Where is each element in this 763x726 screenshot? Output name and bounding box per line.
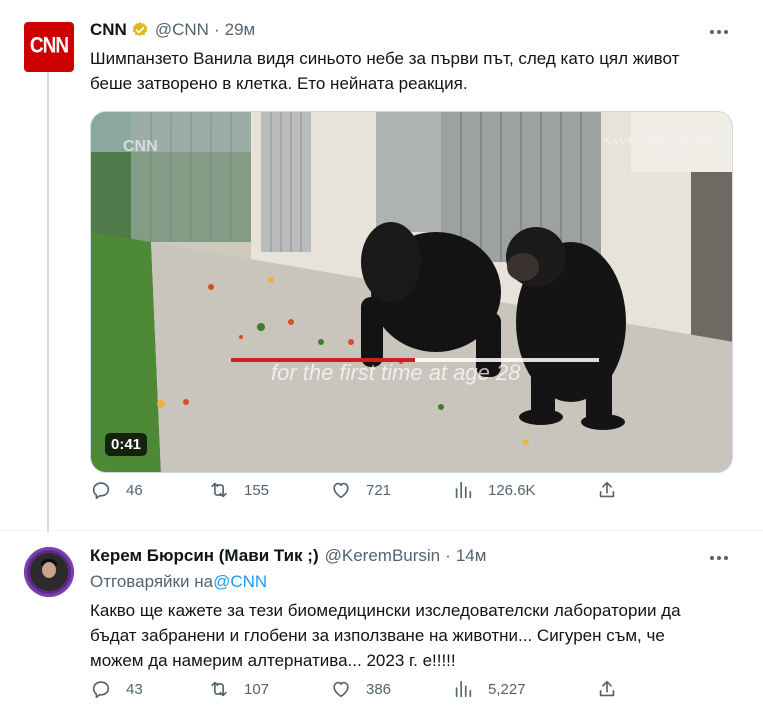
tweet-header: CNN @CNN · 29м bbox=[90, 20, 255, 40]
reply-tweet-text: Какво ще кажете за тези биомедицински из… bbox=[90, 598, 740, 673]
tweet-text-line: бъдат забранени и глобени за използване … bbox=[90, 626, 665, 645]
author-name[interactable]: CNN bbox=[90, 20, 127, 40]
replying-to-link[interactable]: @CNN bbox=[213, 572, 267, 591]
user-avatar[interactable] bbox=[24, 547, 74, 597]
save-the-chimps-watermark: SAVE THE CHIMPS bbox=[604, 136, 714, 148]
video-progress-fill bbox=[231, 358, 415, 362]
like-button[interactable]: 721 bbox=[330, 479, 391, 501]
share-button[interactable] bbox=[596, 479, 632, 501]
tweet-text-line: можем да намерим алтернатива... 2023 г. … bbox=[90, 651, 456, 670]
replying-to-label: Отговаряйки на bbox=[90, 572, 214, 591]
reply-button[interactable]: 46 bbox=[90, 479, 143, 501]
thread-line bbox=[47, 70, 49, 532]
video-progress-bar[interactable] bbox=[231, 358, 599, 362]
retweet-count: 107 bbox=[244, 680, 270, 698]
share-icon bbox=[599, 481, 615, 498]
tweet-text-line: Какво ще кажете за тези биомедицински из… bbox=[90, 601, 681, 620]
separator-dot: · bbox=[445, 546, 451, 565]
cnn-video-mark: CNN bbox=[123, 138, 158, 155]
retweet-button[interactable]: 155 bbox=[208, 479, 269, 501]
like-button[interactable]: 386 bbox=[330, 678, 391, 700]
analytics-icon bbox=[455, 680, 472, 698]
reply-count: 46 bbox=[126, 481, 143, 499]
heart-icon bbox=[333, 681, 349, 698]
reply-icon bbox=[92, 482, 110, 500]
separator-dot: · bbox=[213, 20, 220, 39]
share-icon bbox=[599, 680, 615, 697]
reply-icon bbox=[92, 681, 110, 699]
cnn-avatar[interactable]: CNN bbox=[24, 22, 74, 72]
reply-tweet-header: Керем Бюрсин (Мави Тик ;) @KeremBursin ·… bbox=[90, 546, 486, 566]
reply-author-name[interactable]: Керем Бюрсин (Мави Тик ;) bbox=[90, 546, 319, 566]
like-count: 386 bbox=[366, 680, 392, 698]
video-duration: 0:41 bbox=[105, 433, 148, 456]
retweet-icon bbox=[211, 681, 227, 697]
retweet-count: 155 bbox=[244, 481, 270, 499]
tweet-text: Шимпанзето Ванила видя синьото небе за п… bbox=[90, 46, 740, 96]
views-count: 5,227 bbox=[488, 680, 526, 698]
retweet-button[interactable]: 107 bbox=[208, 678, 269, 700]
author-handle[interactable]: @CNN bbox=[155, 20, 209, 40]
share-button[interactable] bbox=[596, 678, 632, 700]
views-button[interactable]: 5,227 bbox=[452, 678, 526, 700]
analytics-icon bbox=[455, 481, 472, 499]
verified-badge-icon bbox=[132, 22, 148, 37]
tweet-text-line: беше затворено в клетка. Ето нейната реа… bbox=[90, 74, 468, 93]
more-options-icon[interactable] bbox=[707, 548, 731, 568]
video-player[interactable]: CNN SAVE THE CHIMPS for the first time a… bbox=[90, 111, 733, 473]
views-button[interactable]: 126.6K bbox=[452, 479, 536, 501]
like-count: 721 bbox=[366, 481, 392, 499]
heart-icon bbox=[333, 482, 349, 499]
reply-button[interactable]: 43 bbox=[90, 678, 143, 700]
views-count: 126.6K bbox=[488, 481, 536, 499]
tweet-text-line: Шимпанзето Ванила видя синьото небе за п… bbox=[90, 49, 680, 68]
cnn-avatar-logo: CNN bbox=[29, 34, 69, 59]
more-options-icon[interactable] bbox=[707, 22, 731, 42]
reply-tweet-time[interactable]: 14м bbox=[456, 546, 487, 566]
tweet-time[interactable]: 29м bbox=[225, 20, 256, 40]
replying-to: Отговаряйки на@CNN bbox=[90, 572, 267, 592]
reply-count: 43 bbox=[126, 680, 143, 698]
video-subtitle: for the first time at age 28 bbox=[271, 360, 521, 385]
video-frame bbox=[91, 112, 732, 472]
retweet-icon bbox=[211, 482, 227, 498]
reply-author-handle[interactable]: @KeremBursin bbox=[325, 546, 441, 566]
